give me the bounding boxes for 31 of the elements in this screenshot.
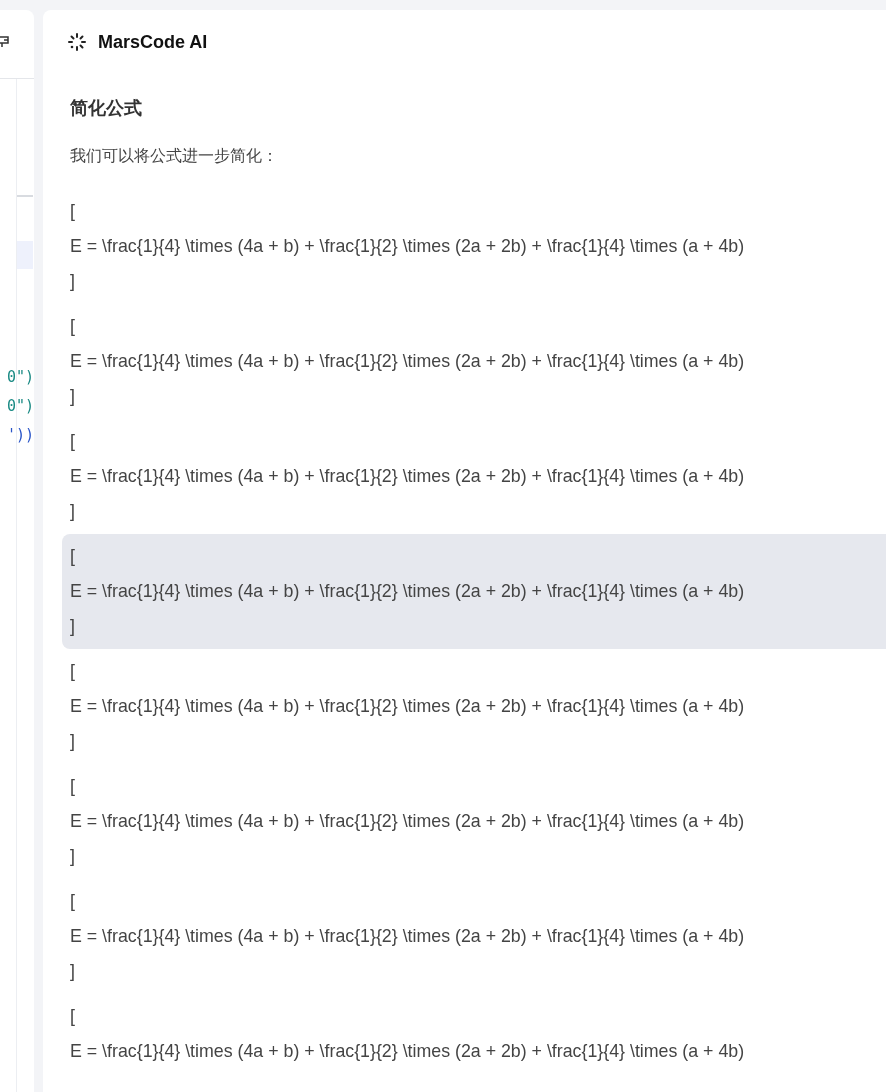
formula-text: E = \frac{1}{4} \times (4a + b) + \frac{1}{2} \times (2a + 2b) + \frac{1}{4} \times (a + 4b) <box>70 810 746 833</box>
formula-text: E = \frac{1}{4} \times (4a + b) + \frac{1}{2} \times (2a + 2b) + \frac{1}{4} \times (a + 4b) <box>70 350 746 373</box>
intro-text: 我们可以将公式进一步简化： <box>70 146 279 166</box>
code-line: 0") <box>6 367 34 388</box>
bracket-text: [ <box>70 430 76 453</box>
section-heading: 简化公式 <box>70 97 143 120</box>
sparkle-icon <box>68 33 86 51</box>
formula-text: E = \frac{1}{4} \times (4a + b) + \frac{1}{2} \times (2a + 2b) + \frac{1}{4} \times (a + 4b) <box>70 1040 746 1063</box>
toolbar-icon[interactable] <box>0 33 10 49</box>
bracket-text: [ <box>70 1005 76 1028</box>
bracket-text: ] <box>70 615 76 638</box>
formula-text: E = \frac{1}{4} \times (4a + b) + \frac{1}{2} \times (2a + 2b) + \frac{1}{4} \times (a + 4b) <box>70 465 746 488</box>
panel-title: MarsCode AI <box>98 31 208 53</box>
bracket-text: ] <box>70 730 76 753</box>
code-line: ')) <box>6 425 34 446</box>
formula-text: E = \frac{1}{4} \times (4a + b) + \frac{1}{2} \times (2a + 2b) + \frac{1}{4} \times (a + 4b) <box>70 925 746 948</box>
formula-text: E = \frac{1}{4} \times (4a + b) + \frac{1}{2} \times (2a + 2b) + \frac{1}{4} \times (a + 4b) <box>70 695 746 718</box>
bracket-text: ] <box>70 960 76 983</box>
bracket-text: ] <box>70 845 76 868</box>
bracket-text: ] <box>70 385 76 408</box>
bracket-text: [ <box>70 545 76 568</box>
bracket-text: [ <box>70 315 76 338</box>
bracket-text: [ <box>70 200 76 223</box>
formula-text: E = \frac{1}{4} \times (4a + b) + \frac{1}{2} \times (2a + 2b) + \frac{1}{4} \times (a + 4b) <box>70 580 746 603</box>
formula-text: E = \frac{1}{4} \times (4a + b) + \frac{1}{2} \times (2a + 2b) + \frac{1}{4} \times (a + 4b) <box>70 235 746 258</box>
bracket-text: ] <box>70 500 76 523</box>
bracket-text: ] <box>70 270 76 293</box>
bracket-text: [ <box>70 890 76 913</box>
code-line: 0") <box>6 396 34 417</box>
bracket-text: [ <box>70 660 76 683</box>
bracket-text: [ <box>70 775 76 798</box>
